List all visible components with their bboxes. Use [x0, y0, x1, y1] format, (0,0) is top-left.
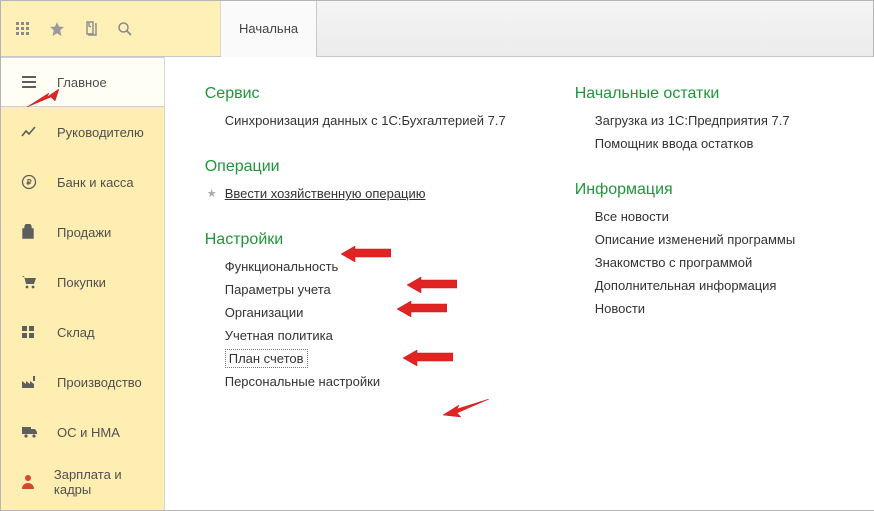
bag-icon: [21, 224, 39, 240]
chart-line-icon: [21, 125, 39, 139]
sidebar-item-hr[interactable]: Зарплата и кадры: [1, 457, 164, 507]
section-service-title: Сервис: [205, 85, 575, 103]
link-personal[interactable]: Персональные настройки: [205, 374, 575, 389]
link-enter-operation[interactable]: Ввести хозяйственную операцию: [205, 186, 575, 201]
link-news[interactable]: Новости: [575, 301, 874, 316]
link-intro[interactable]: Знакомство с программой: [575, 255, 874, 270]
person-icon: [21, 474, 36, 490]
sidebar-item-assets[interactable]: ОС и НМА: [1, 407, 164, 457]
star-icon[interactable]: [49, 21, 65, 37]
svg-text:₽: ₽: [26, 178, 31, 187]
truck-icon: [21, 426, 39, 438]
sidebar-item-label: Склад: [57, 325, 95, 340]
sidebar-item-label: Главное: [57, 75, 107, 90]
sidebar-item-manager[interactable]: Руководителю: [1, 107, 164, 157]
sidebar-item-stock[interactable]: Склад: [1, 307, 164, 357]
sidebar-item-label: ОС и НМА: [57, 425, 120, 440]
sidebar-item-sales[interactable]: Продажи: [1, 207, 164, 257]
menu-icon: [21, 75, 39, 89]
tab-home[interactable]: Начальна: [221, 1, 317, 57]
link-balance-helper[interactable]: Помощник ввода остатков: [575, 136, 874, 151]
link-params[interactable]: Параметры учета: [205, 282, 575, 297]
apps-icon[interactable]: [15, 21, 31, 37]
tab-label: Начальна: [239, 21, 298, 36]
sidebar-item-main[interactable]: Главное: [1, 57, 164, 107]
factory-icon: [21, 375, 39, 389]
ruble-icon: ₽: [21, 174, 39, 190]
link-sync-1c77[interactable]: Синхронизация данных с 1С:Бухгалтерией 7…: [205, 113, 575, 128]
link-accounts[interactable]: План счетов: [205, 351, 575, 366]
sidebar-item-label: Производство: [57, 375, 142, 390]
sidebar: Главное Руководителю ₽ Банк и касса Прод…: [1, 57, 165, 510]
sidebar-item-label: Продажи: [57, 225, 111, 240]
link-functionality[interactable]: Функциональность: [205, 259, 575, 274]
section-balances-title: Начальные остатки: [575, 85, 874, 103]
sidebar-item-purchases[interactable]: Покупки: [1, 257, 164, 307]
topbar-tools: [1, 1, 221, 56]
section-info-title: Информация: [575, 181, 874, 199]
content: Сервис Синхронизация данных с 1С:Бухгалт…: [165, 57, 874, 510]
link-policy[interactable]: Учетная политика: [205, 328, 575, 343]
history-icon[interactable]: [83, 21, 99, 37]
search-icon[interactable]: [117, 21, 133, 37]
sidebar-item-production[interactable]: Производство: [1, 357, 164, 407]
sidebar-item-label: Руководителю: [57, 125, 144, 140]
link-orgs[interactable]: Организации: [205, 305, 575, 320]
cart-icon: [21, 275, 39, 289]
sidebar-item-label: Банк и касса: [57, 175, 134, 190]
section-settings-title: Настройки: [205, 231, 575, 249]
boxes-icon: [21, 325, 39, 339]
link-changes[interactable]: Описание изменений программы: [575, 232, 874, 247]
sidebar-item-label: Покупки: [57, 275, 106, 290]
link-extra[interactable]: Дополнительная информация: [575, 278, 874, 293]
link-load-1c77[interactable]: Загрузка из 1С:Предприятия 7.7: [575, 113, 874, 128]
link-all-news[interactable]: Все новости: [575, 209, 874, 224]
sidebar-item-label: Зарплата и кадры: [54, 467, 144, 497]
sidebar-item-bank[interactable]: ₽ Банк и касса: [1, 157, 164, 207]
section-operations-title: Операции: [205, 158, 575, 176]
